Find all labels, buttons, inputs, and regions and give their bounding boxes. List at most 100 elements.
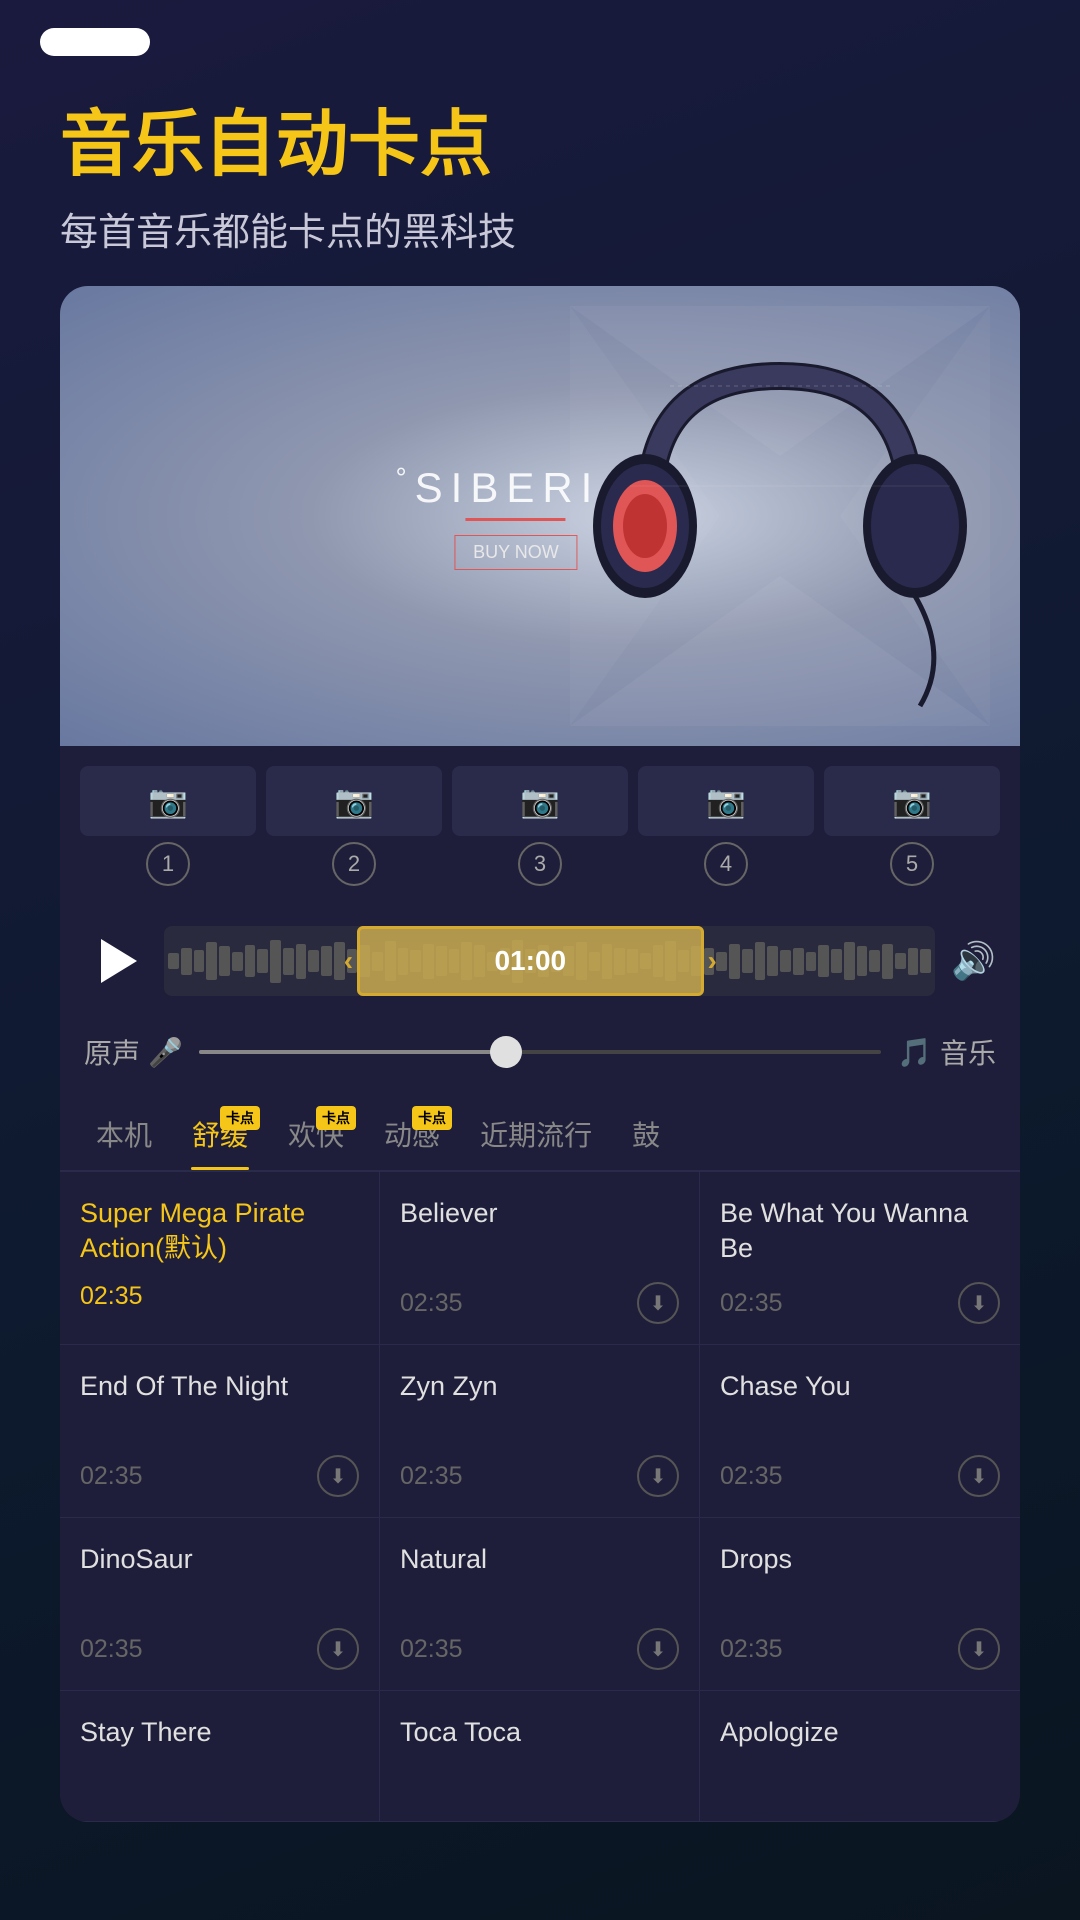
player-section: ‹ 01:00 › 🔊 [60, 906, 1020, 1016]
tab-badge-happy: 卡点 [316, 1106, 356, 1130]
camera-icon-1: 📷 [148, 782, 188, 820]
music-meta-2: 02:35 ⬇ [400, 1282, 679, 1324]
brand-underline [466, 518, 566, 521]
thumb-image-3[interactable]: 📷 [452, 766, 628, 836]
selection-right-arrow[interactable]: › [707, 945, 716, 977]
music-name-12: Apologize [720, 1715, 1000, 1785]
music-name-11: Toca Toca [400, 1715, 679, 1785]
music-item-10[interactable]: Stay There [60, 1691, 380, 1822]
tab-bar: 本机 舒缓 卡点 欢快 卡点 动感 卡点 近期流行 鼓 [60, 1088, 1020, 1171]
music-duration-6: 02:35 [720, 1462, 783, 1491]
thumbnail-strip: 📷 1 📷 2 📷 3 📷 4 📷 5 [60, 746, 1020, 906]
download-btn-8[interactable]: ⬇ [637, 1628, 679, 1670]
music-item-6[interactable]: Chase You 02:35 ⬇ [700, 1345, 1020, 1518]
selection-left-arrow[interactable]: ‹ [344, 945, 353, 977]
music-meta-1: 02:35 [80, 1282, 359, 1311]
download-btn-9[interactable]: ⬇ [958, 1628, 1000, 1670]
music-duration-9: 02:35 [720, 1635, 783, 1664]
download-btn-2[interactable]: ⬇ [637, 1282, 679, 1324]
music-name-8: Natural [400, 1542, 679, 1612]
thumb-image-4[interactable]: 📷 [638, 766, 814, 836]
mix-left-label: 原声 🎤 [84, 1032, 183, 1072]
music-name-4: End Of The Night [80, 1369, 359, 1439]
music-meta-4: 02:35 ⬇ [80, 1455, 359, 1497]
thumb-num-2: 2 [332, 842, 376, 886]
music-meta-7: 02:35 ⬇ [80, 1628, 359, 1670]
camera-icon-5: 📷 [892, 782, 932, 820]
thumb-image-1[interactable]: 📷 [80, 766, 256, 836]
music-meta-3: 02:35 ⬇ [720, 1282, 1000, 1324]
main-card: °SIBERIA BUY NOW [60, 286, 1020, 1822]
slider-fill [199, 1050, 506, 1054]
waveform-selection[interactable]: ‹ 01:00 › [357, 926, 704, 996]
tab-local[interactable]: 本机 [76, 1098, 172, 1170]
mix-right-label: 🎵 音乐 [897, 1032, 996, 1072]
download-btn-3[interactable]: ⬇ [958, 1282, 1000, 1324]
page-title: 音乐自动卡点 [60, 106, 1020, 185]
thumb-num-1: 1 [146, 842, 190, 886]
status-bar [0, 0, 1080, 66]
camera-icon-3: 📷 [520, 782, 560, 820]
music-meta-5: 02:35 ⬇ [400, 1455, 679, 1497]
thumb-image-5[interactable]: 📷 [824, 766, 1000, 836]
music-item-5[interactable]: Zyn Zyn 02:35 ⬇ [380, 1345, 700, 1518]
thumb-image-2[interactable]: 📷 [266, 766, 442, 836]
waveform[interactable]: ‹ 01:00 › [164, 926, 935, 996]
music-item-9[interactable]: Drops 02:35 ⬇ [700, 1518, 1020, 1691]
page-subtitle: 每首音乐都能卡点的黑科技 [60, 201, 1020, 256]
camera-icon-4: 📷 [706, 782, 746, 820]
mix-slider[interactable] [199, 1050, 881, 1054]
music-name-1: Super Mega Pirate Action(默认) [80, 1196, 359, 1266]
buy-now-label: BUY NOW [454, 535, 578, 570]
music-name-9: Drops [720, 1542, 1000, 1612]
music-name-7: DinoSaur [80, 1542, 359, 1612]
download-btn-4[interactable]: ⬇ [317, 1455, 359, 1497]
music-item-2[interactable]: Believer 02:35 ⬇ [380, 1172, 700, 1345]
camera-icon-2: 📷 [334, 782, 374, 820]
tab-dynamic[interactable]: 动感 卡点 [364, 1098, 460, 1170]
play-button[interactable] [84, 929, 148, 993]
music-meta-9: 02:35 ⬇ [720, 1628, 1000, 1670]
music-meta-6: 02:35 ⬇ [720, 1455, 1000, 1497]
tab-soothe[interactable]: 舒缓 卡点 [172, 1098, 268, 1170]
download-btn-7[interactable]: ⬇ [317, 1628, 359, 1670]
music-item-7[interactable]: DinoSaur 02:35 ⬇ [60, 1518, 380, 1691]
download-btn-6[interactable]: ⬇ [958, 1455, 1000, 1497]
music-item-12[interactable]: Apologize [700, 1691, 1020, 1822]
music-duration-3: 02:35 [720, 1289, 783, 1318]
volume-icon[interactable]: 🔊 [951, 940, 996, 982]
thumbnail-5[interactable]: 📷 5 [824, 766, 1000, 886]
thumb-num-5: 5 [890, 842, 934, 886]
music-duration-1: 02:35 [80, 1282, 143, 1311]
headphone-illustration [570, 306, 990, 726]
thumb-num-4: 4 [704, 842, 748, 886]
tab-drum[interactable]: 鼓 [612, 1098, 680, 1170]
download-btn-5[interactable]: ⬇ [637, 1455, 679, 1497]
music-note-icon: 🎵 [897, 1036, 932, 1069]
music-duration-4: 02:35 [80, 1462, 143, 1491]
music-item-11[interactable]: Toca Toca [380, 1691, 700, 1822]
music-meta-8: 02:35 ⬇ [400, 1628, 679, 1670]
thumb-num-3: 3 [518, 842, 562, 886]
thumbnail-3[interactable]: 📷 3 [452, 766, 628, 886]
tab-trending[interactable]: 近期流行 [460, 1098, 612, 1170]
music-item-1[interactable]: Super Mega Pirate Action(默认) 02:35 [60, 1172, 380, 1345]
music-name-3: Be What You Wanna Be [720, 1196, 1000, 1266]
slider-thumb[interactable] [490, 1036, 522, 1068]
thumbnail-1[interactable]: 📷 1 [80, 766, 256, 886]
music-duration-8: 02:35 [400, 1635, 463, 1664]
music-duration-7: 02:35 [80, 1635, 143, 1664]
thumbnail-4[interactable]: 📷 4 [638, 766, 814, 886]
music-item-4[interactable]: End Of The Night 02:35 ⬇ [60, 1345, 380, 1518]
music-duration-2: 02:35 [400, 1289, 463, 1318]
music-name-2: Believer [400, 1196, 679, 1266]
music-item-8[interactable]: Natural 02:35 ⬇ [380, 1518, 700, 1691]
mic-icon: 🎤 [148, 1036, 183, 1069]
music-list: Super Mega Pirate Action(默认) 02:35 Belie… [60, 1171, 1020, 1822]
music-item-3[interactable]: Be What You Wanna Be 02:35 ⬇ [700, 1172, 1020, 1345]
tab-badge-dynamic: 卡点 [412, 1106, 452, 1130]
mix-section: 原声 🎤 🎵 音乐 [60, 1016, 1020, 1088]
tab-badge-soothe: 卡点 [220, 1106, 260, 1130]
tab-happy[interactable]: 欢快 卡点 [268, 1098, 364, 1170]
thumbnail-2[interactable]: 📷 2 [266, 766, 442, 886]
